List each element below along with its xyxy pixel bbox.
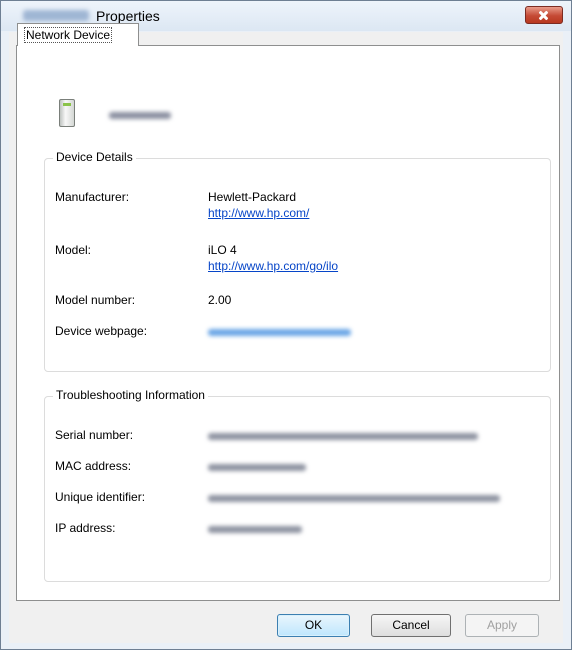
mac-address-label: MAC address: (55, 459, 132, 473)
model-number-value: 2.00 (208, 293, 232, 307)
window-title: Properties (96, 8, 160, 24)
troubleshooting-group: Troubleshooting Information (44, 388, 551, 582)
mac-address-redacted (208, 464, 306, 471)
close-icon[interactable] (525, 6, 563, 24)
device-details-legend: Device Details (53, 150, 136, 164)
ok-button[interactable]: OK (277, 614, 350, 637)
device-webpage-link-redacted[interactable] (208, 329, 351, 336)
model-link[interactable]: http://www.hp.com/go/ilo (208, 259, 338, 273)
ip-address-redacted (208, 526, 302, 533)
manufacturer-value: Hewlett-Packard (208, 190, 297, 204)
device-webpage-label: Device webpage: (55, 324, 148, 338)
redacted-device-title (109, 112, 171, 119)
model-number-label: Model number: (55, 293, 136, 307)
tab-label: Network Device (23, 27, 113, 43)
network-device-icon (59, 99, 75, 127)
unique-identifier-label: Unique identifier: (55, 490, 146, 504)
serial-number-label: Serial number: (55, 428, 134, 442)
model-label: Model: (55, 243, 92, 257)
properties-window: Properties Network Device Device Details… (0, 0, 572, 650)
ip-address-label: IP address: (55, 521, 116, 535)
tab-network-device[interactable]: Network Device (17, 23, 139, 46)
cancel-button[interactable]: Cancel (371, 614, 451, 637)
apply-button[interactable]: Apply (465, 614, 539, 637)
unique-identifier-redacted (208, 495, 500, 502)
manufacturer-label: Manufacturer: (55, 190, 130, 204)
manufacturer-link[interactable]: http://www.hp.com/ (208, 206, 309, 220)
redacted-device-name (23, 10, 89, 21)
serial-number-redacted (208, 433, 478, 440)
model-value: iLO 4 (208, 243, 237, 257)
troubleshooting-legend: Troubleshooting Information (53, 388, 208, 402)
